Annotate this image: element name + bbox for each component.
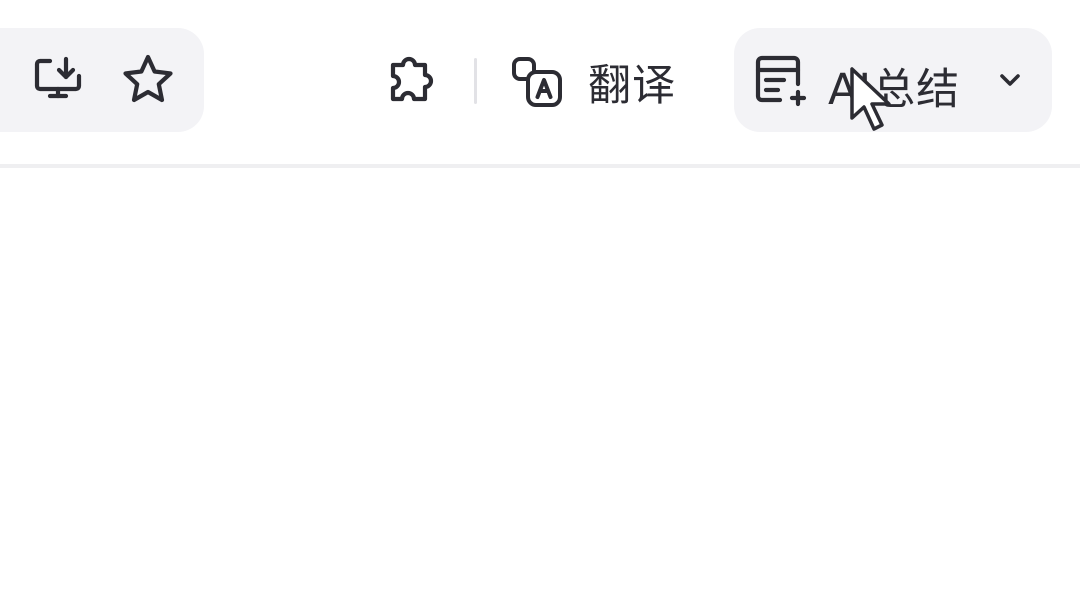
summary-document-icon xyxy=(755,55,807,107)
puzzle-icon xyxy=(390,56,434,102)
star-icon xyxy=(123,54,173,103)
translate-icon xyxy=(512,57,562,107)
extensions-button[interactable] xyxy=(380,48,444,112)
translate-label: 翻译 xyxy=(588,61,676,111)
favorite-button[interactable] xyxy=(116,48,180,112)
address-bar-actions xyxy=(0,28,204,132)
translate-button[interactable]: 翻译 xyxy=(506,44,696,120)
monitor-download-icon xyxy=(34,56,82,99)
install-app-button[interactable] xyxy=(26,48,90,112)
browser-toolbar: 翻译 AI总结 xyxy=(0,0,1080,164)
chevron-down-icon[interactable] xyxy=(996,66,1024,94)
ai-summary-button[interactable]: AI总结 xyxy=(734,28,1052,132)
toolbar-separator xyxy=(474,58,477,104)
page-content-area[interactable] xyxy=(0,168,1080,589)
ai-summary-label: AI总结 xyxy=(828,65,961,115)
